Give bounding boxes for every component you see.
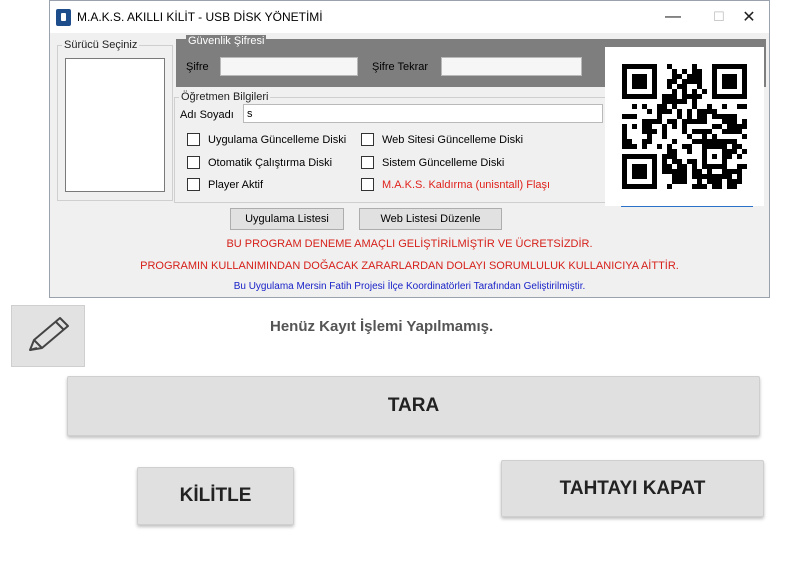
- drive-group-legend: Sürücü Seçiniz: [64, 39, 138, 51]
- option-autorun[interactable]: Otomatik Çalıştırma Diski: [187, 156, 332, 169]
- option-player-active[interactable]: Player Aktif: [187, 178, 263, 191]
- qr-code-image: [622, 64, 747, 189]
- checkbox-box[interactable]: [361, 133, 374, 146]
- close-board-button[interactable]: TAHTAYI KAPAT: [501, 460, 764, 517]
- checkbox-box[interactable]: [361, 156, 374, 169]
- password-label: Şifre: [186, 61, 209, 73]
- edit-button[interactable]: [11, 305, 85, 367]
- web-list-edit-button[interactable]: Web Listesi Düzenle: [359, 208, 502, 230]
- disclaimer-line-2: PROGRAMIN KULLANIMINDAN DOĞACAK ZARARLAR…: [140, 260, 679, 272]
- option-label: Sistem Güncelleme Diski: [382, 156, 505, 169]
- title-bar: M.A.K.S. AKILLI KİLİT - USB DİSK YÖNETİM…: [50, 1, 769, 33]
- status-text: Henüz Kayıt İşlemi Yapılmamış.: [270, 318, 494, 335]
- usb-lock-icon: [56, 8, 71, 26]
- scan-button[interactable]: TARA: [67, 376, 760, 436]
- option-label: Uygulama Güncelleme Diski: [208, 133, 347, 146]
- teacher-group-legend: Öğretmen Bilgileri: [181, 91, 269, 103]
- close-button[interactable]: ✕: [726, 1, 772, 33]
- credits-line: Bu Uygulama Mersin Fatih Projesi İlçe Ko…: [233, 281, 586, 292]
- qr-code: [605, 47, 764, 206]
- app-list-button[interactable]: Uygulama Listesi: [230, 208, 344, 230]
- option-label: Otomatik Çalıştırma Diski: [208, 156, 333, 169]
- password-repeat-field[interactable]: [441, 57, 582, 76]
- option-label: Web Sitesi Güncelleme Diski: [382, 133, 524, 146]
- drive-listbox[interactable]: [65, 58, 165, 192]
- security-legend: Güvenlik Şifresi: [186, 35, 267, 47]
- usb-manager-window: M.A.K.S. AKILLI KİLİT - USB DİSK YÖNETİM…: [49, 0, 770, 298]
- window-title: M.A.K.S. AKILLI KİLİT - USB DİSK YÖNETİM…: [77, 10, 323, 24]
- password-field[interactable]: [220, 57, 358, 76]
- checkbox-box[interactable]: [361, 178, 374, 191]
- checkbox-box[interactable]: [187, 156, 200, 169]
- option-system-update[interactable]: Sistem Güncelleme Diski: [361, 156, 504, 169]
- minimize-button[interactable]: —: [650, 1, 696, 33]
- lock-button[interactable]: KİLİTLE: [137, 467, 294, 525]
- option-uninstall-flash[interactable]: M.A.K.S. Kaldırma (unisntall) Flaşı: [361, 178, 550, 191]
- name-field[interactable]: [243, 104, 603, 123]
- pencil-icon: [29, 317, 69, 351]
- option-web-update[interactable]: Web Sitesi Güncelleme Diski: [361, 133, 523, 146]
- checkbox-box[interactable]: [187, 133, 200, 146]
- option-label: M.A.K.S. Kaldırma (unisntall) Flaşı: [382, 178, 551, 191]
- disclaimer-line-1: BU PROGRAM DENEME AMAÇLI GELİŞTİRİLMİŞTİ…: [226, 238, 593, 250]
- name-label: Adı Soyadı: [180, 109, 234, 121]
- option-app-update[interactable]: Uygulama Güncelleme Diski: [187, 133, 346, 146]
- qr-underline: [621, 206, 753, 207]
- checkbox-box[interactable]: [187, 178, 200, 191]
- option-label: Player Aktif: [208, 178, 264, 191]
- password-repeat-label: Şifre Tekrar: [372, 61, 429, 73]
